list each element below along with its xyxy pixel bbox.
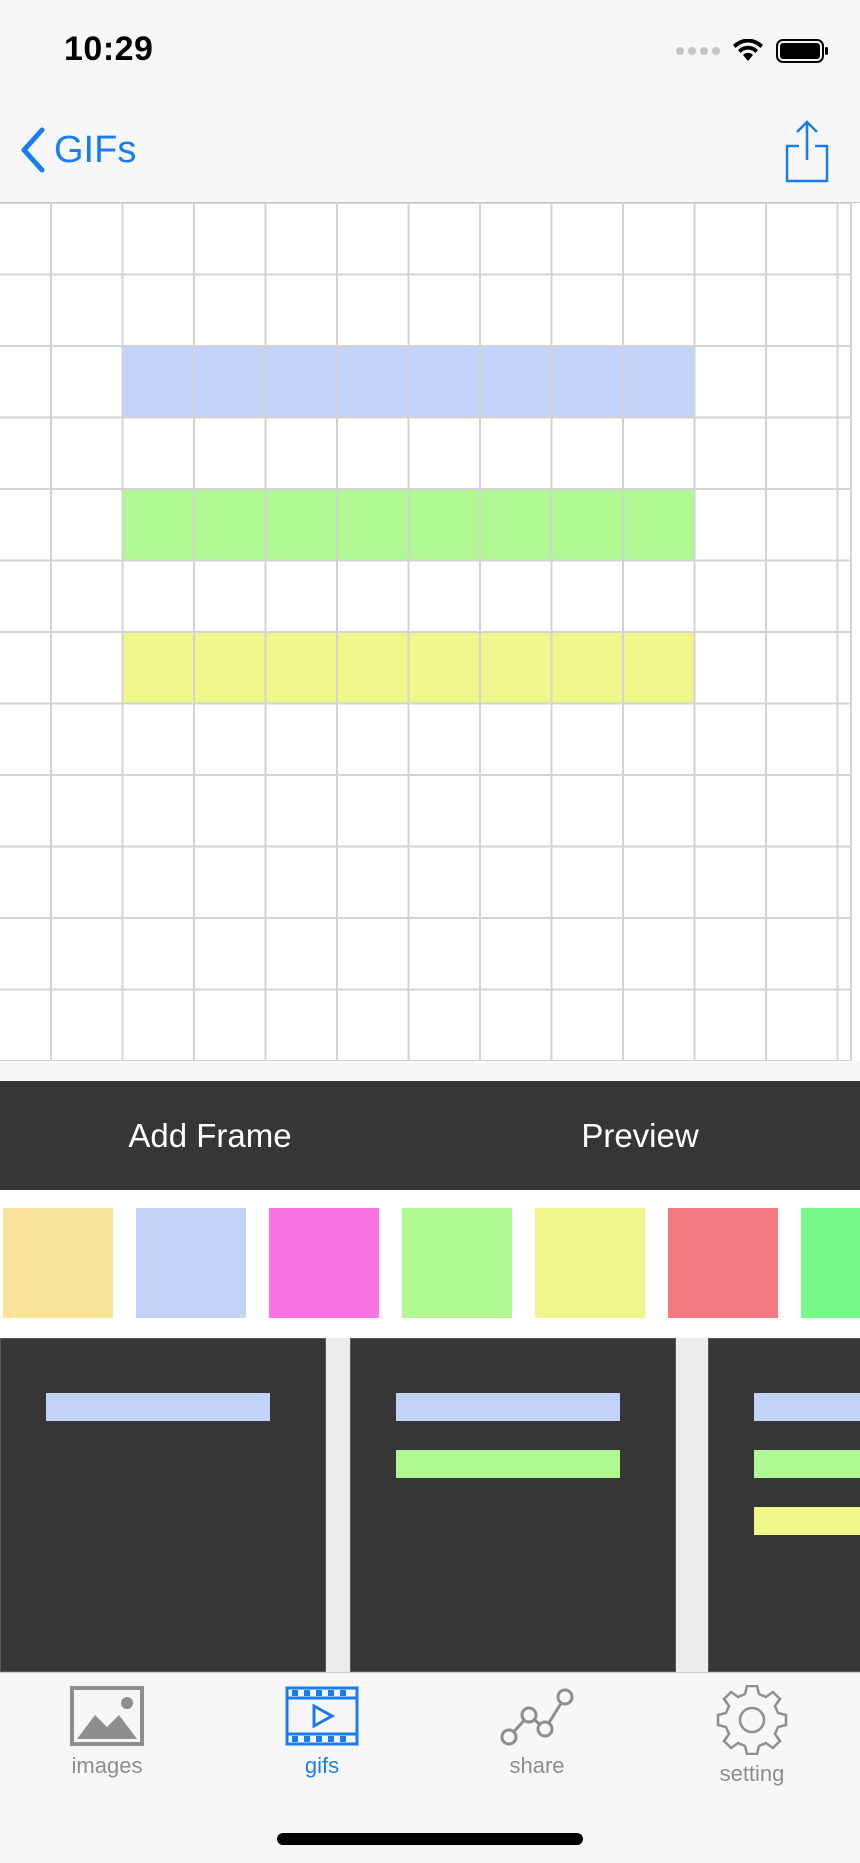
pixel-cell[interactable] bbox=[408, 489, 481, 561]
preview-button[interactable]: Preview bbox=[430, 1081, 850, 1190]
pixel-cell[interactable] bbox=[122, 632, 195, 704]
tab-label: setting bbox=[719, 1761, 785, 1786]
frame-strip bbox=[0, 1338, 860, 1672]
pixel-grid[interactable] bbox=[0, 203, 852, 1061]
pixel-cell[interactable] bbox=[194, 632, 266, 704]
pixel-cell[interactable] bbox=[122, 489, 195, 561]
pixel-canvas[interactable] bbox=[0, 203, 860, 1061]
pixel-cell[interactable] bbox=[623, 489, 695, 561]
add-frame-button[interactable]: Add Frame bbox=[0, 1081, 420, 1190]
tab-label: gifs bbox=[304, 1753, 340, 1778]
tab-label: images bbox=[71, 1753, 143, 1778]
frame-thumbnail[interactable] bbox=[708, 1338, 860, 1672]
frame-preview-bar bbox=[754, 1450, 860, 1478]
frame-thumbnail[interactable] bbox=[0, 1338, 326, 1672]
frame-preview-bar bbox=[754, 1507, 860, 1535]
pixel-cell[interactable] bbox=[480, 489, 552, 561]
wifi-icon bbox=[733, 39, 763, 61]
pixel-cell[interactable] bbox=[408, 346, 481, 418]
pixel-cell[interactable] bbox=[337, 346, 409, 418]
frame-preview-bar bbox=[396, 1450, 620, 1478]
battery-icon bbox=[776, 39, 828, 63]
status-icons bbox=[676, 38, 830, 64]
pixel-cell[interactable] bbox=[265, 489, 338, 561]
navigation-bar: GIFs bbox=[0, 100, 860, 203]
color-swatch[interactable] bbox=[402, 1208, 512, 1318]
pixel-cell[interactable] bbox=[122, 346, 195, 418]
pixel-cell[interactable] bbox=[337, 489, 409, 561]
tab-setting[interactable]: setting bbox=[667, 1685, 837, 1795]
frame-toolbar: Add Frame Preview bbox=[0, 1081, 860, 1190]
status-bar: 10:29 bbox=[0, 0, 860, 100]
pixel-cell[interactable] bbox=[194, 489, 266, 561]
pixel-cell[interactable] bbox=[194, 346, 266, 418]
tab-images[interactable]: images bbox=[22, 1685, 192, 1795]
pixel-cell[interactable] bbox=[623, 346, 695, 418]
color-swatch[interactable] bbox=[3, 1208, 113, 1318]
gear-icon bbox=[716, 1685, 788, 1755]
pixel-cell[interactable] bbox=[408, 632, 481, 704]
color-swatch[interactable] bbox=[269, 1208, 379, 1318]
image-icon bbox=[70, 1686, 144, 1746]
back-label: GIFs bbox=[54, 128, 137, 171]
film-icon bbox=[285, 1686, 359, 1746]
pixel-cell[interactable] bbox=[551, 632, 624, 704]
frame-preview-bar bbox=[754, 1393, 860, 1421]
chevron-left-icon bbox=[21, 127, 45, 173]
pixel-cell[interactable] bbox=[480, 346, 552, 418]
pixel-cell[interactable] bbox=[265, 346, 338, 418]
pixel-cell[interactable] bbox=[337, 632, 409, 704]
status-time: 10:29 bbox=[64, 30, 154, 68]
tab-label: share bbox=[509, 1753, 565, 1778]
back-button[interactable]: GIFs bbox=[18, 126, 136, 174]
frame-preview-bar bbox=[396, 1393, 620, 1421]
cellular-signal-icon bbox=[676, 47, 720, 55]
home-indicator bbox=[277, 1833, 583, 1845]
pixel-cell[interactable] bbox=[480, 632, 552, 704]
frame-thumbnail[interactable] bbox=[350, 1338, 676, 1672]
color-palette bbox=[0, 1190, 860, 1338]
color-swatch[interactable] bbox=[801, 1208, 860, 1318]
color-swatch[interactable] bbox=[136, 1208, 246, 1318]
pixel-cell[interactable] bbox=[551, 346, 624, 418]
share-button[interactable] bbox=[784, 118, 830, 189]
share-icon bbox=[785, 120, 829, 183]
pixel-cell[interactable] bbox=[551, 489, 624, 561]
tab-gifs[interactable]: gifs bbox=[237, 1685, 407, 1795]
frame-preview-bar bbox=[46, 1393, 270, 1421]
pixel-cell[interactable] bbox=[623, 632, 695, 704]
pixel-cell[interactable] bbox=[265, 632, 338, 704]
color-swatch[interactable] bbox=[535, 1208, 645, 1318]
tab-share[interactable]: share bbox=[452, 1685, 622, 1795]
color-swatch[interactable] bbox=[668, 1208, 778, 1318]
share-graph-icon bbox=[500, 1688, 574, 1746]
